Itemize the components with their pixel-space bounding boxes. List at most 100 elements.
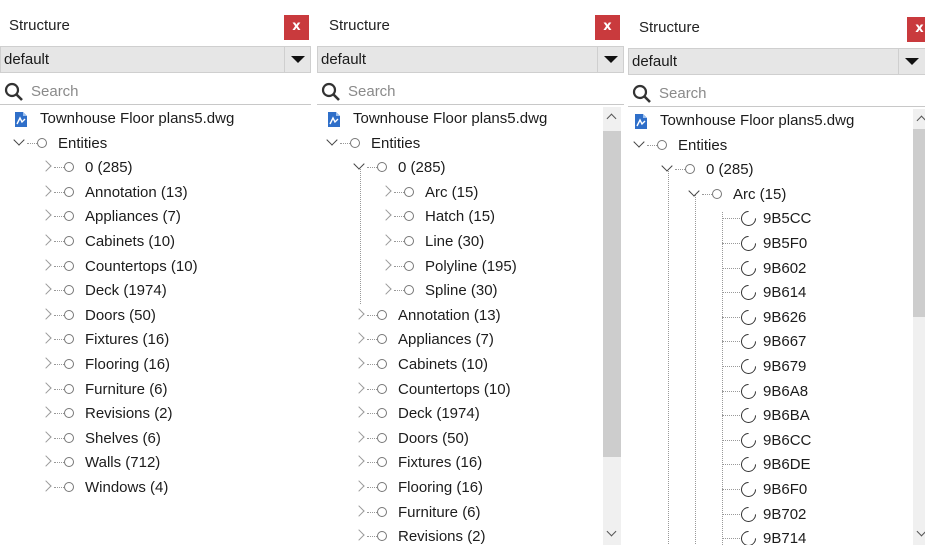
search-field[interactable]: Search	[628, 80, 925, 107]
chevron-right-icon[interactable]	[40, 209, 52, 222]
chevron-right-icon[interactable]	[380, 283, 392, 295]
chevron-down-icon[interactable]	[353, 158, 365, 170]
tree-item-layer[interactable]: Fixtures (16)	[0, 328, 313, 352]
chevron-right-icon[interactable]	[40, 160, 52, 172]
tree-item-arc[interactable]: 9B614	[628, 281, 925, 305]
tree-item[interactable]: Entities	[317, 132, 624, 156]
tree-item[interactable]: Flooring (16)	[317, 476, 624, 500]
chevron-right-icon[interactable]	[40, 480, 52, 492]
close-button[interactable]: x	[284, 15, 309, 40]
chevron-right-icon[interactable]	[380, 258, 392, 271]
tree-item[interactable]: Line (30)	[317, 230, 624, 254]
tree-item-layer[interactable]: Deck (1974)	[0, 279, 313, 303]
tree-item-layer[interactable]: Windows (4)	[0, 476, 313, 500]
scroll-up-icon[interactable]	[916, 115, 925, 126]
tree-item-arc[interactable]: 9B6A8	[628, 380, 925, 404]
chevron-right-icon[interactable]	[380, 234, 392, 246]
tree-item[interactable]: Appliances (7)	[317, 328, 624, 352]
tree-item-arc[interactable]: 9B626	[628, 306, 925, 330]
tree-item-arc[interactable]: 9B702	[628, 503, 925, 527]
tree-item-layer[interactable]: Doors (50)	[0, 304, 313, 328]
search-input[interactable]: Search	[348, 83, 396, 100]
scroll-down-icon[interactable]	[916, 526, 925, 537]
chevron-down-icon[interactable]	[633, 135, 645, 148]
chevron-down-icon[interactable]	[898, 49, 924, 74]
tree-item-layer[interactable]: Furniture (6)	[0, 378, 313, 402]
chevron-right-icon[interactable]	[353, 480, 365, 492]
tree-item-layer[interactable]: Cabinets (10)	[0, 230, 313, 254]
search-input[interactable]: Search	[659, 85, 707, 102]
chevron-right-icon[interactable]	[40, 406, 52, 418]
scrollbar-thumb[interactable]	[913, 129, 925, 317]
tree-item[interactable]: Revisions (2)	[317, 525, 624, 545]
chevron-right-icon[interactable]	[40, 258, 52, 271]
tree-item-arc[interactable]: 9B714	[628, 527, 925, 545]
tree-item-arc[interactable]: 9B6DE	[628, 453, 925, 477]
tree-item-arc[interactable]: 9B667	[628, 330, 925, 354]
tree-item-arc[interactable]: 9B5CC	[628, 207, 925, 231]
tree-item-layer[interactable]: Appliances (7)	[0, 205, 313, 229]
tree-item[interactable]: Countertops (10)	[317, 378, 624, 402]
tree-item[interactable]: Fixtures (16)	[317, 451, 624, 475]
chevron-right-icon[interactable]	[40, 381, 52, 394]
chevron-down-icon[interactable]	[326, 133, 338, 146]
tree-item[interactable]: Arc (15)	[317, 181, 624, 205]
chevron-right-icon[interactable]	[353, 455, 365, 468]
tree-item[interactable]: Cabinets (10)	[317, 353, 624, 377]
tree-item-arc[interactable]: 9B602	[628, 257, 925, 281]
tree-item-layer[interactable]: Flooring (16)	[0, 353, 313, 377]
chevron-right-icon[interactable]	[353, 381, 365, 394]
tree-item[interactable]: 0 (285)	[317, 156, 624, 180]
chevron-right-icon[interactable]	[40, 455, 52, 468]
tree-item-arc[interactable]: 9B679	[628, 355, 925, 379]
tree-item[interactable]: Deck (1974)	[317, 402, 624, 426]
tree-item-arc[interactable]: 9B6BA	[628, 404, 925, 428]
close-button[interactable]: x	[595, 15, 620, 40]
chevron-down-icon[interactable]	[661, 160, 673, 172]
chevron-right-icon[interactable]	[40, 185, 52, 197]
view-dropdown[interactable]: default	[628, 48, 925, 75]
chevron-down-icon[interactable]	[688, 185, 700, 197]
tree-item[interactable]: Furniture (6)	[317, 501, 624, 525]
tree-item-layer[interactable]: Revisions (2)	[0, 402, 313, 426]
chevron-right-icon[interactable]	[40, 332, 52, 345]
vertical-scrollbar[interactable]	[913, 109, 925, 545]
tree-item[interactable]: 0 (285)	[628, 158, 925, 182]
chevron-right-icon[interactable]	[353, 431, 365, 443]
chevron-right-icon[interactable]	[40, 308, 52, 320]
chevron-right-icon[interactable]	[353, 332, 365, 345]
tree-item-layer[interactable]: Walls (712)	[0, 451, 313, 475]
tree-item[interactable]: Arc (15)	[628, 183, 925, 207]
chevron-right-icon[interactable]	[353, 308, 365, 320]
scroll-up-icon[interactable]	[606, 113, 617, 124]
chevron-right-icon[interactable]	[40, 431, 52, 443]
chevron-down-icon[interactable]	[597, 47, 623, 72]
scroll-down-icon[interactable]	[606, 526, 617, 537]
search-field[interactable]: Search	[0, 78, 311, 105]
tree-item[interactable]: Doors (50)	[317, 427, 624, 451]
chevron-down-icon[interactable]	[284, 47, 310, 72]
tree-item[interactable]: Hatch (15)	[317, 205, 624, 229]
tree-item-layer[interactable]: 0 (285)	[0, 156, 313, 180]
tree-item-layer[interactable]: Countertops (10)	[0, 255, 313, 279]
chevron-right-icon[interactable]	[40, 234, 52, 246]
chevron-down-icon[interactable]	[13, 133, 25, 146]
tree-item[interactable]: Entities	[628, 134, 925, 158]
search-input[interactable]: Search	[31, 83, 79, 100]
chevron-right-icon[interactable]	[353, 529, 365, 541]
chevron-right-icon[interactable]	[380, 185, 392, 197]
view-dropdown[interactable]: default	[317, 46, 624, 73]
chevron-right-icon[interactable]	[353, 504, 365, 517]
tree-item-entities[interactable]: Entities	[0, 132, 313, 156]
tree-root[interactable]: Townhouse Floor plans5.dwg	[0, 107, 313, 131]
tree-root[interactable]: Townhouse Floor plans5.dwg	[628, 109, 925, 133]
tree-item-layer[interactable]: Annotation (13)	[0, 181, 313, 205]
tree-item[interactable]: Polyline (195)	[317, 255, 624, 279]
view-dropdown[interactable]: default	[0, 46, 311, 73]
chevron-right-icon[interactable]	[353, 406, 365, 418]
chevron-right-icon[interactable]	[40, 283, 52, 295]
tree-root[interactable]: Townhouse Floor plans5.dwg	[317, 107, 624, 131]
tree-item[interactable]: Spline (30)	[317, 279, 624, 303]
tree-item-layer[interactable]: Shelves (6)	[0, 427, 313, 451]
search-field[interactable]: Search	[317, 78, 624, 105]
